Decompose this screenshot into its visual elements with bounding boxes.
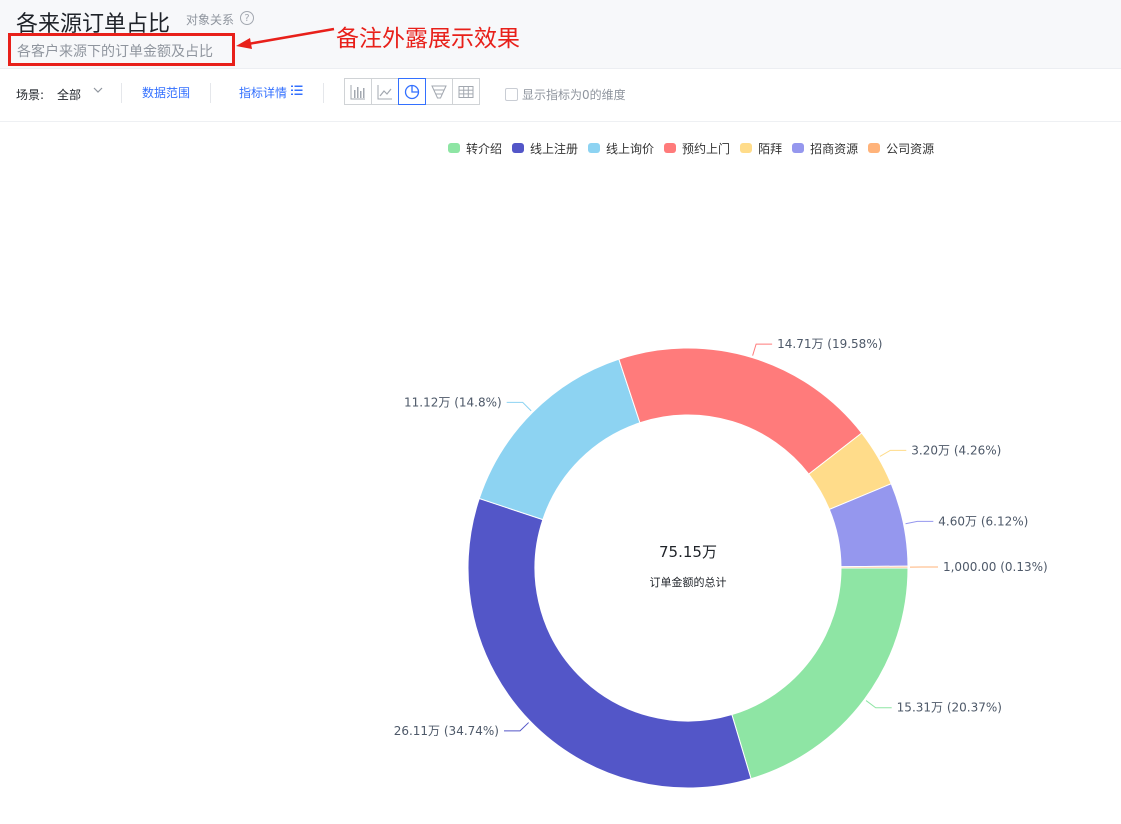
annotation-text: 备注外露展示效果 [336, 26, 520, 52]
donut-slice[interactable] [618, 347, 863, 475]
slice-data-label: 3.20万 (4.26%) [911, 443, 1001, 457]
slice-data-label: 14.71万 (19.58%) [777, 337, 882, 351]
slice-data-label: 4.60万 (6.12%) [938, 514, 1028, 528]
subtitle-highlight-box: 各客户来源下的订单金额及占比 [8, 33, 235, 66]
slice-leader-line [865, 700, 892, 709]
slice-leader-line [879, 449, 907, 457]
object-relation-link[interactable]: 对象关系 [186, 11, 234, 28]
table-icon [458, 85, 474, 98]
chevron-down-icon[interactable] [92, 84, 104, 96]
donut-slice[interactable] [478, 358, 641, 521]
help-icon[interactable]: ? [240, 11, 254, 25]
center-total-label: 订单金额的总计 [649, 576, 727, 589]
show-zero-label: 显示指标为0的维度 [522, 88, 626, 102]
chart-header: 各来源订单占比 对象关系 ? 各客户来源下的订单金额及占比 备注外露展示效果 [0, 0, 1121, 69]
show-zero-checkbox[interactable] [505, 88, 518, 101]
line-chart-icon [377, 84, 392, 99]
data-range-link[interactable]: 数据范围 [142, 84, 190, 101]
bar-chart-icon [350, 84, 365, 99]
center-total-value: 75.15万 [659, 543, 717, 561]
bar-chart-button[interactable] [344, 78, 372, 105]
slice-leader-line [752, 343, 773, 356]
slice-leader-line [506, 401, 532, 412]
donut-chart: 15.31万 (20.37%) 26.11万 (34.74%) 11.12万 (14… [394, 337, 1048, 789]
donut-slice[interactable] [840, 565, 909, 569]
chart-subtitle: 各客户来源下的订单金额及占比 [17, 44, 213, 60]
chart-type-switcher [344, 78, 484, 105]
line-chart-button[interactable] [371, 78, 399, 105]
toolbar-divider [210, 83, 211, 103]
slice-leader-line [905, 520, 934, 525]
toolbar-divider [323, 83, 324, 103]
pie-chart-icon [404, 84, 420, 99]
slice-data-label: 11.12万 (14.8%) [404, 395, 502, 409]
list-icon[interactable] [291, 84, 303, 96]
slice-data-label: 26.11万 (34.74%) [394, 724, 499, 738]
funnel-chart-button[interactable] [425, 78, 453, 105]
scene-select[interactable]: 全部 [57, 86, 81, 103]
metric-detail-link[interactable]: 指标详情 [239, 84, 287, 101]
page: 各来源订单占比 对象关系 ? 各客户来源下的订单金额及占比 备注外露展示效果 场… [0, 0, 1121, 824]
funnel-chart-icon [431, 85, 447, 98]
annotation-arrow-icon [236, 27, 335, 49]
chart-toolbar: 场景: 全部 数据范围 指标详情 显示指标为0的维度 [0, 69, 1121, 122]
pie-chart-button[interactable] [398, 78, 426, 105]
donut-slice[interactable] [731, 567, 909, 780]
table-button[interactable] [452, 78, 480, 105]
slice-leader-line [504, 722, 529, 732]
slice-data-label: 15.31万 (20.37%) [897, 701, 1002, 715]
scene-label: 场景: [16, 88, 45, 102]
slice-data-label: 1,000.00 (0.13%) [943, 560, 1048, 574]
toolbar-divider [121, 83, 122, 103]
